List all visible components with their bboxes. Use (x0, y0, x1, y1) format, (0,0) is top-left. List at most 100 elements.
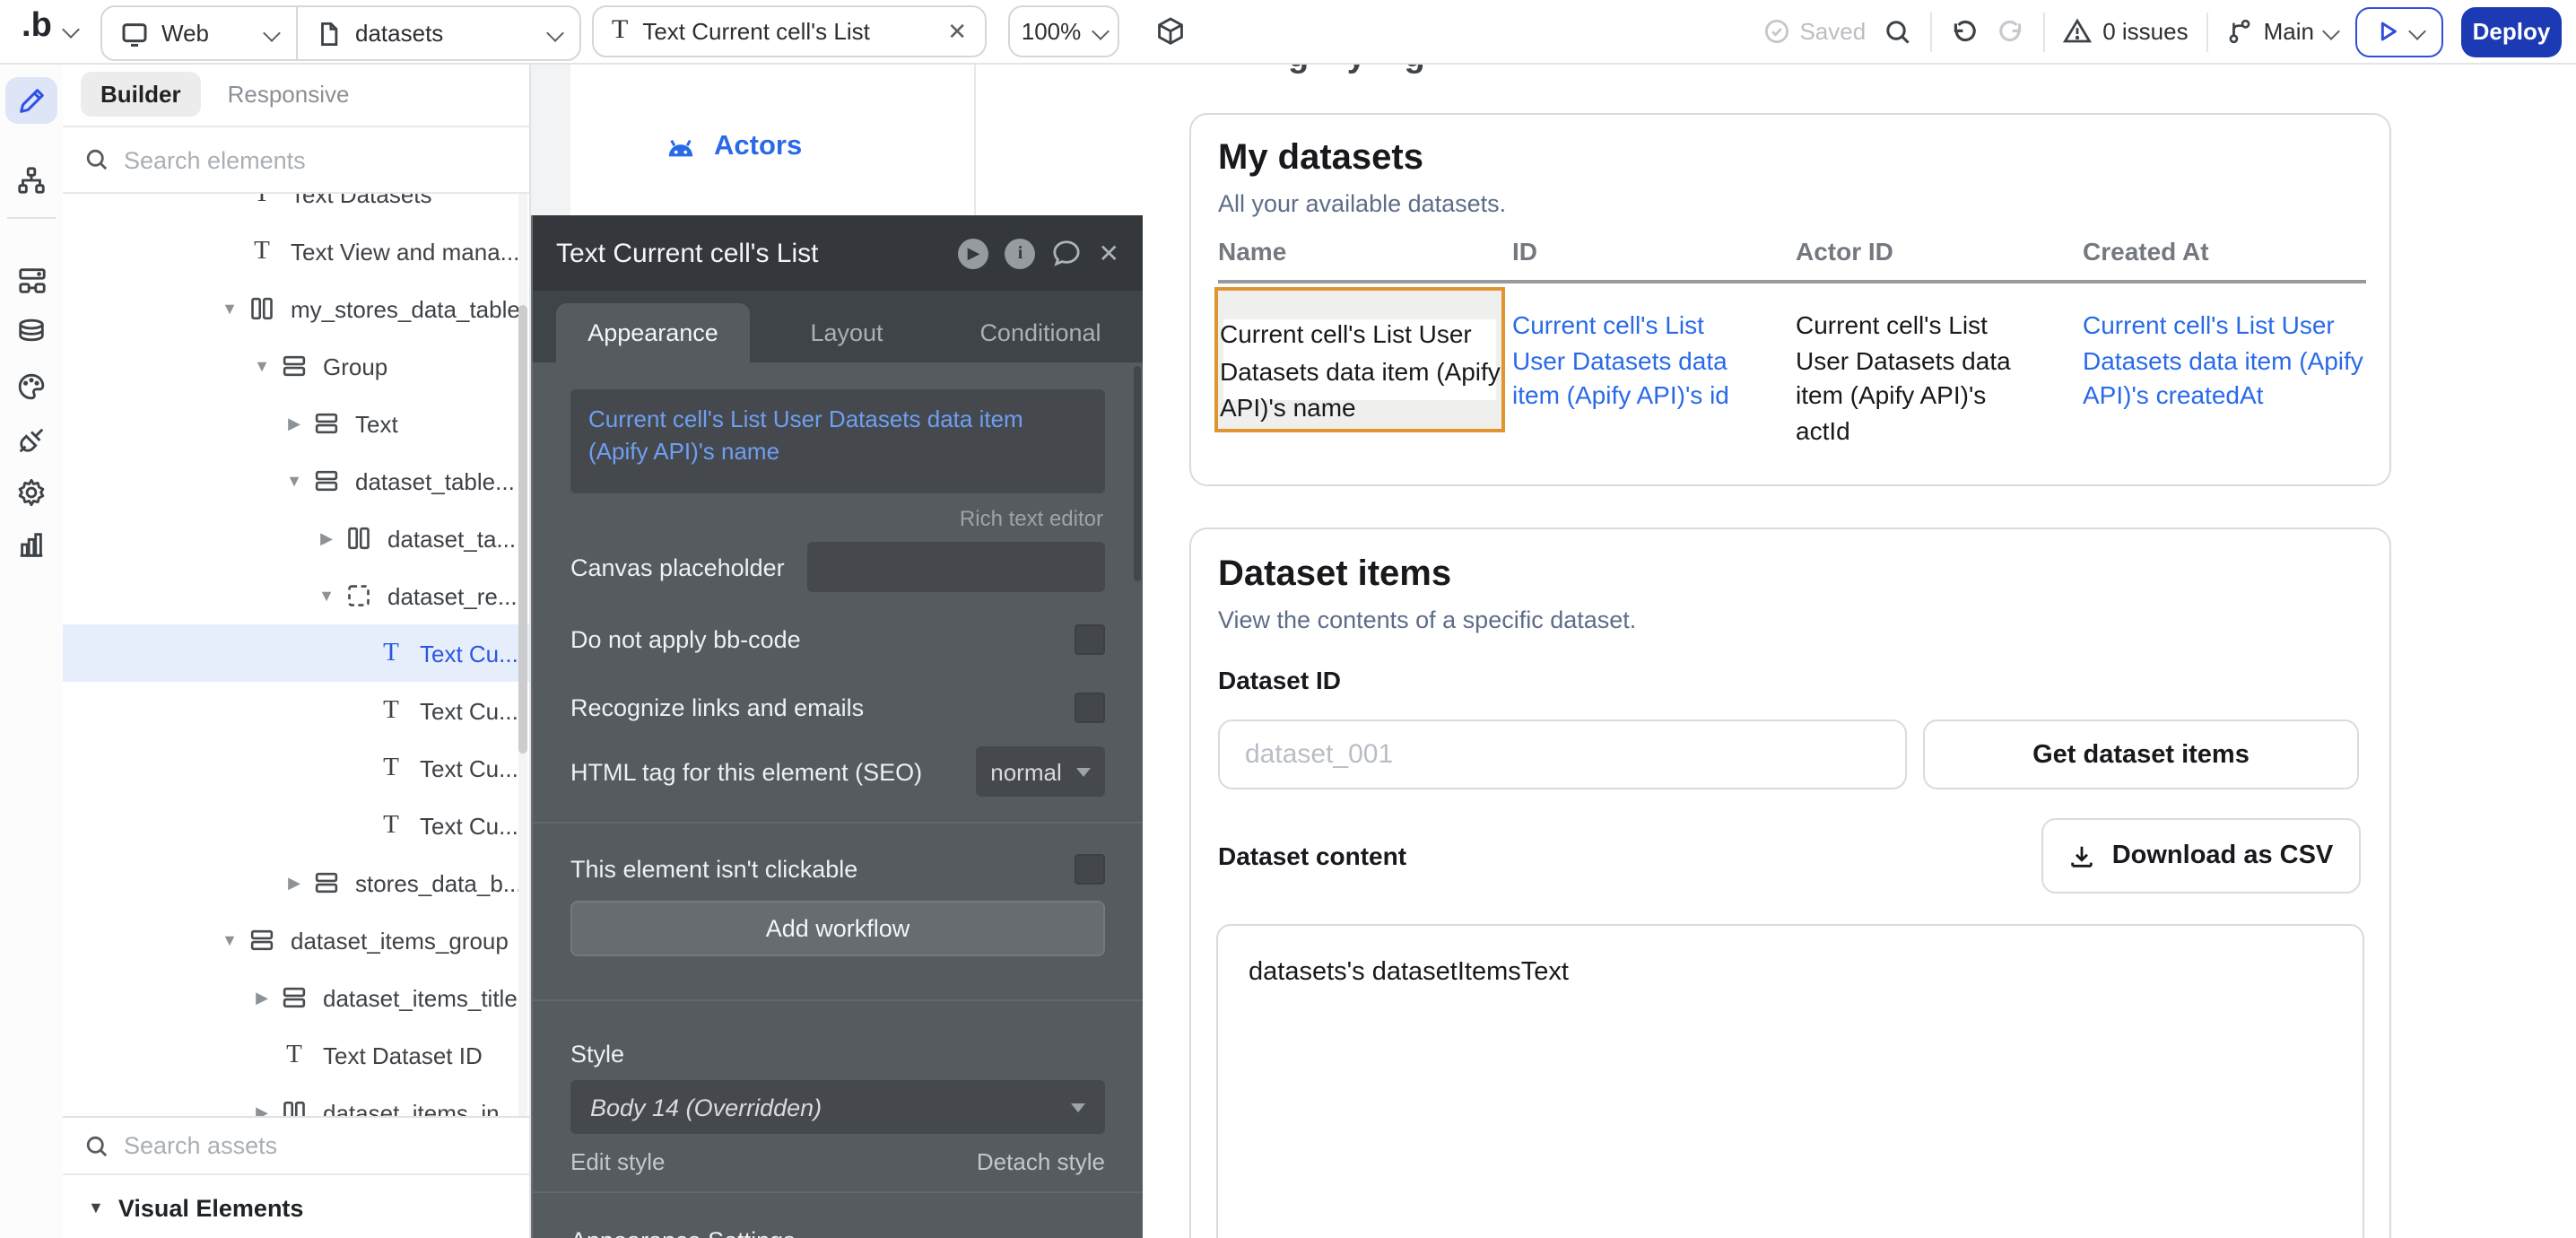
redo-icon[interactable] (1997, 17, 2025, 46)
rich-text-editor-link[interactable]: Rich text editor (960, 506, 1103, 531)
style-select[interactable]: Body 14 (Overridden) (570, 1080, 1105, 1134)
styles-palette-icon[interactable] (0, 359, 63, 413)
undo-icon[interactable] (1950, 17, 1979, 46)
not-clickable-checkbox[interactable] (1075, 853, 1105, 884)
zoom-select[interactable]: 100% (1008, 5, 1119, 57)
dataset-content-box[interactable]: datasets's datasetItemsText (1216, 924, 2364, 1238)
caret-right-icon[interactable]: ▶ (251, 1103, 273, 1116)
caret-down-icon[interactable]: ▼ (251, 357, 273, 375)
element-tab[interactable]: T Text Current cell's List ✕ (592, 5, 987, 57)
tree-item-text-datasets[interactable]: TText Datasets (63, 194, 529, 222)
recognize-links-checkbox[interactable] (1075, 692, 1105, 722)
get-dataset-items-button[interactable]: Get dataset items (1923, 719, 2359, 789)
detach-style-link[interactable]: Detach style (977, 1148, 1105, 1175)
inspector-header[interactable]: Text Current cell's List ▶ i ✕ (533, 215, 1143, 291)
search-assets-field[interactable]: Search assets (63, 1116, 529, 1175)
tab-responsive[interactable]: Responsive (208, 72, 370, 117)
bbcode-checkbox[interactable] (1075, 623, 1105, 654)
tab-close-icon[interactable]: ✕ (947, 17, 967, 46)
tree-item-dataset-items-group[interactable]: ▼dataset_items_group (63, 911, 529, 969)
caret-down-icon[interactable]: ▼ (219, 300, 240, 318)
tree-item-text-cu-[interactable]: TText Cu... (63, 624, 529, 682)
database-icon[interactable] (0, 305, 63, 359)
backend-blocks-icon[interactable] (0, 253, 63, 307)
search-icon[interactable] (1884, 17, 1912, 46)
download-csv-button[interactable]: Download as CSV (2041, 818, 2361, 894)
tree-item-my-stores-data-table[interactable]: ▼my_stores_data_table (63, 280, 529, 337)
comment-bubble-icon[interactable] (1052, 239, 1083, 267)
cell-id[interactable]: Current cell's List User Datasets data i… (1512, 309, 1756, 414)
caret-right-icon[interactable]: ▶ (316, 528, 337, 548)
caret-down-icon[interactable]: ▼ (219, 931, 240, 949)
dataset-id-input[interactable]: dataset_001 (1218, 719, 1907, 789)
logo-chevron-down-icon[interactable] (62, 21, 80, 39)
logs-chart-icon[interactable] (0, 517, 63, 571)
dataset-content-text[interactable]: datasets's datasetItemsText (1249, 958, 1569, 987)
tree-item-text-dataset-id[interactable]: TText Dataset ID (63, 1026, 529, 1084)
tree-item-group[interactable]: ▼Group (63, 337, 529, 395)
tree-scrollbar[interactable] (518, 194, 527, 1116)
tree-item-dataset-table-[interactable]: ▼dataset_table... (63, 452, 529, 510)
caret-right-icon[interactable]: ▶ (283, 414, 305, 433)
bubble-logo[interactable]: .b (22, 7, 52, 47)
inspector-scrollbar-thumb[interactable] (1134, 366, 1141, 581)
dataset-items-subtitle[interactable]: View the contents of a specific dataset. (1218, 606, 1636, 633)
platform-select[interactable]: Web (102, 7, 296, 59)
preview-button[interactable] (2355, 6, 2443, 57)
issues-indicator[interactable]: 0 issues (2063, 18, 2188, 45)
tree-item-dataset-items-in-[interactable]: ▶dataset_items_in... (63, 1084, 529, 1116)
text-expression[interactable]: Current cell's List User Datasets data i… (588, 404, 1087, 468)
element-play-icon[interactable]: ▶ (959, 238, 989, 268)
tree-item-text[interactable]: ▶Text (63, 395, 529, 452)
visual-elements-section[interactable]: ▼ Visual Elements (63, 1177, 529, 1238)
tree-item-dataset-re-[interactable]: ▼dataset_re... (63, 567, 529, 624)
tree-item-text-cu-[interactable]: TText Cu... (63, 682, 529, 739)
inspector-close-icon[interactable]: ✕ (1099, 238, 1119, 268)
html-tag-select[interactable]: normal (976, 746, 1105, 797)
my-datasets-card[interactable]: My datasets All your available datasets.… (1189, 113, 2391, 486)
dataset-content-label[interactable]: Dataset content (1218, 841, 1406, 870)
settings-gear-icon[interactable] (0, 465, 63, 519)
dataset-id-label[interactable]: Dataset ID (1218, 666, 1341, 694)
design-pencil-icon[interactable] (0, 74, 63, 127)
selected-text-element[interactable]: Current cell's List User Datasets data i… (1214, 287, 1505, 432)
tab-conditional[interactable]: Conditional (944, 303, 1137, 362)
tree-item-text-cu-[interactable]: TText Cu... (63, 797, 529, 854)
caret-right-icon[interactable]: ▶ (283, 873, 305, 893)
cell-actor-id[interactable]: Current cell's List User Datasets data i… (1796, 309, 2040, 449)
edit-style-link[interactable]: Edit style (570, 1148, 666, 1175)
add-workflow-button[interactable]: Add workflow (570, 901, 1105, 956)
workflow-sitemap-icon[interactable] (0, 153, 63, 206)
dataset-items-title[interactable]: Dataset items (1218, 554, 1451, 596)
caret-down-icon[interactable]: ▼ (316, 587, 337, 605)
tab-appearance[interactable]: Appearance (556, 303, 750, 362)
text-expression-editor[interactable]: Current cell's List User Datasets data i… (570, 389, 1105, 493)
tree-item-text-cu-[interactable]: TText Cu... (63, 739, 529, 797)
canvas-placeholder-input[interactable] (807, 542, 1105, 592)
tree-scrollbar-thumb[interactable] (518, 305, 527, 754)
my-datasets-title[interactable]: My datasets (1218, 138, 1423, 179)
cell-name[interactable]: Current cell's List User Datasets data i… (1220, 316, 1501, 426)
tab-builder[interactable]: Builder (81, 72, 201, 117)
column-header-name[interactable]: Name (1218, 237, 1286, 266)
my-datasets-subtitle[interactable]: All your available datasets. (1218, 190, 1506, 217)
tree-item-dataset-ta-[interactable]: ▶dataset_ta... (63, 510, 529, 567)
element-info-icon[interactable]: i (1005, 238, 1036, 268)
cell-created-at[interactable]: Current cell's List User Datasets data i… (2083, 309, 2373, 414)
caret-right-icon[interactable]: ▶ (251, 988, 273, 1007)
dataset-items-card[interactable]: Dataset items View the contents of a spe… (1189, 527, 2391, 1238)
property-inspector[interactable]: Text Current cell's List ▶ i ✕ Appearanc… (531, 215, 1143, 1238)
branch-select[interactable]: Main (2226, 18, 2337, 45)
nav-item-actors[interactable]: Actors (664, 131, 802, 163)
column-header-id[interactable]: ID (1512, 237, 1537, 266)
page-select[interactable]: datasets (298, 7, 579, 59)
tree-item-text-view-and-mana-[interactable]: TText View and mana... (63, 222, 529, 280)
tab-layout[interactable]: Layout (750, 303, 944, 362)
tree-item-dataset-items-title[interactable]: ▶dataset_items_title (63, 969, 529, 1026)
caret-down-icon[interactable]: ▼ (283, 472, 305, 490)
column-header-actor-id[interactable]: Actor ID (1796, 237, 1893, 266)
plugins-plug-icon[interactable] (0, 413, 63, 466)
deploy-button[interactable]: Deploy (2461, 6, 2562, 57)
component-cube-icon[interactable] (1155, 16, 1186, 47)
column-header-created-at[interactable]: Created At (2083, 237, 2209, 266)
